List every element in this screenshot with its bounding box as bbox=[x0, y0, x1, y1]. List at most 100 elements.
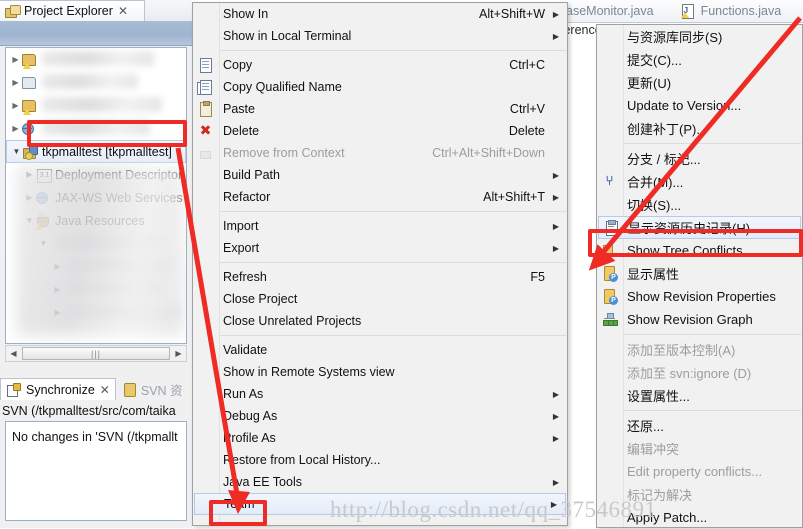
folder-icon bbox=[21, 75, 38, 91]
menu-item-copy[interactable]: Copy Ctrl+C bbox=[193, 54, 567, 76]
submenu-item-branch-tag[interactable]: 分支 / 标记... bbox=[597, 147, 802, 170]
menu-item-close-unrelated-projects[interactable]: Close Unrelated Projects bbox=[193, 310, 567, 332]
blurred-label bbox=[42, 74, 138, 89]
submenu-item-edit-conflicts: 编辑冲突 bbox=[597, 437, 802, 460]
menu-item-label: Paste bbox=[223, 102, 255, 116]
submenu-item-revert[interactable]: 还原... bbox=[597, 414, 802, 437]
menu-item-label: Show In bbox=[223, 7, 269, 21]
submenu-item-add-to-svn-ignore: 添加至 svn:ignore (D) bbox=[597, 361, 802, 384]
menu-item-close-project[interactable]: Close Project bbox=[193, 288, 567, 310]
menu-item-restore-from-local-history[interactable]: Restore from Local History... bbox=[193, 449, 567, 471]
close-icon[interactable]: ✕ bbox=[100, 383, 110, 397]
menu-item-accelerator: Ctrl+V bbox=[509, 102, 545, 116]
tree-row[interactable]: ▶ bbox=[6, 48, 186, 71]
chevron-down-icon[interactable]: ▼ bbox=[11, 147, 22, 156]
submenu-item-create-patch[interactable]: 创建补丁(P)... bbox=[597, 117, 802, 140]
properties-icon bbox=[601, 265, 619, 282]
submenu-item-merge[interactable]: ⑂ 合并(M)... bbox=[597, 170, 802, 193]
paste-icon bbox=[197, 101, 215, 117]
menu-item-accelerator: Alt+Shift+W bbox=[479, 7, 545, 21]
submenu-separator bbox=[598, 143, 801, 144]
chevron-right-icon[interactable]: ▶ bbox=[10, 124, 21, 133]
tab-svn-repository[interactable]: SVN 资 bbox=[116, 378, 188, 400]
submenu-item-label: 更新(U) bbox=[627, 76, 672, 91]
editor-tab-label-1[interactable]: Functions.java bbox=[701, 4, 782, 18]
close-icon[interactable]: ✕ bbox=[118, 4, 128, 18]
submenu-item-label: 切换(S)... bbox=[627, 198, 682, 213]
menu-item-delete[interactable]: ✖ Delete Delete bbox=[193, 120, 567, 142]
revision-properties-icon bbox=[601, 288, 619, 305]
submenu-item-switch[interactable]: 切换(S)... bbox=[597, 193, 802, 216]
menu-item-remove-from-context: Remove from Context Ctrl+Alt+Shift+Down bbox=[193, 142, 567, 164]
submenu-item-add-to-version-control: 添加至版本控制(A) bbox=[597, 338, 802, 361]
menu-item-paste[interactable]: Paste Ctrl+V bbox=[193, 98, 567, 120]
submenu-item-sync-with-repository[interactable]: 与资源库同步(S) bbox=[597, 25, 802, 48]
menu-item-label: Remove from Context bbox=[223, 146, 345, 160]
project-explorer-view: Project Explorer ✕ ▶ ▶ ▶ ▶ ▼ tkpmalltest… bbox=[0, 0, 192, 370]
menu-item-refresh[interactable]: Refresh F5 bbox=[193, 266, 567, 288]
menu-item-show-in-local-terminal[interactable]: Show in Local Terminal ▶ bbox=[193, 25, 567, 47]
menu-item-run-as[interactable]: Run As ▶ bbox=[193, 383, 567, 405]
menu-separator bbox=[194, 211, 566, 212]
scroll-right-arrow[interactable]: ▶ bbox=[171, 349, 186, 358]
submenu-item-label: 添加至版本控制(A) bbox=[627, 343, 736, 358]
watermark-text: http://blog.csdn.net/qq_37546891 bbox=[330, 497, 657, 522]
chevron-right-icon: ▶ bbox=[552, 411, 559, 421]
submenu-item-label: Show Revision Properties bbox=[627, 289, 776, 304]
tree-row[interactable]: ▶ bbox=[6, 94, 186, 117]
submenu-item-show-revision-graph[interactable]: Show Revision Graph bbox=[597, 308, 802, 331]
project-explorer-icon bbox=[4, 3, 21, 19]
scroll-thumb[interactable]: ||| bbox=[22, 347, 170, 360]
menu-item-label: Refresh bbox=[223, 270, 267, 284]
blurred-label bbox=[42, 51, 154, 66]
menu-item-show-in-remote-systems-view[interactable]: Show in Remote Systems view bbox=[193, 361, 567, 383]
project-tree[interactable]: ▶ ▶ ▶ ▶ ▼ tkpmalltest [tkpmalltest] bbox=[5, 47, 187, 344]
warning-folder-icon bbox=[21, 52, 38, 69]
chevron-right-icon: ▶ bbox=[552, 389, 559, 399]
menu-item-validate[interactable]: Validate bbox=[193, 339, 567, 361]
menu-item-label: Show in Remote Systems view bbox=[223, 365, 395, 379]
submenu-item-label: 创建补丁(P)... bbox=[627, 122, 708, 137]
chevron-right-icon[interactable]: ▶ bbox=[10, 101, 21, 110]
submenu-item-update-to-version[interactable]: Update to Version... bbox=[597, 94, 802, 117]
chevron-right-icon: ▶ bbox=[552, 170, 559, 180]
chevron-right-icon: ▶ bbox=[552, 192, 559, 202]
team-submenu[interactable]: 与资源库同步(S) 提交(C)... 更新(U) Update to Versi… bbox=[596, 24, 803, 528]
context-menu[interactable]: Show In Alt+Shift+W ▶ Show in Local Term… bbox=[192, 2, 568, 526]
menu-item-export[interactable]: Export ▶ bbox=[193, 237, 567, 259]
submenu-item-commit[interactable]: 提交(C)... bbox=[597, 48, 802, 71]
submenu-item-update[interactable]: 更新(U) bbox=[597, 71, 802, 94]
tab-synchronize[interactable]: Synchronize ✕ bbox=[0, 378, 116, 400]
menu-item-profile-as[interactable]: Profile As ▶ bbox=[193, 427, 567, 449]
submenu-item-set-properties[interactable]: 设置属性... bbox=[597, 384, 802, 407]
menu-item-copy-qualified-name[interactable]: Copy Qualified Name bbox=[193, 76, 567, 98]
submenu-item-label: Edit property conflicts... bbox=[627, 464, 763, 479]
menu-item-show-in[interactable]: Show In Alt+Shift+W ▶ bbox=[193, 3, 567, 25]
submenu-item-label: 编辑冲突 bbox=[627, 442, 680, 457]
menu-item-refactor[interactable]: Refactor Alt+Shift+T ▶ bbox=[193, 186, 567, 208]
horizontal-scrollbar[interactable]: ◀ ||| ▶ bbox=[5, 345, 187, 362]
explorer-toolbar bbox=[0, 21, 192, 46]
menu-item-accelerator: Delete bbox=[508, 124, 545, 138]
menu-item-label: Validate bbox=[223, 343, 268, 357]
annotation-box-team-item bbox=[209, 500, 267, 526]
menu-item-label: Copy Qualified Name bbox=[223, 80, 342, 94]
tree-row[interactable]: ▶ bbox=[6, 71, 186, 94]
menu-item-java-ee-tools[interactable]: Java EE Tools ▶ bbox=[193, 471, 567, 493]
synchronize-view: Synchronize ✕ SVN 资 SVN (/tkpmalltest/sr… bbox=[0, 370, 192, 528]
scroll-left-arrow[interactable]: ◀ bbox=[6, 349, 21, 358]
menu-item-label: Java EE Tools bbox=[223, 475, 302, 489]
menu-item-label: Restore from Local History... bbox=[223, 453, 381, 467]
editor-tab-label-0[interactable]: aseMonitor.java bbox=[566, 4, 654, 18]
menu-item-debug-as[interactable]: Debug As ▶ bbox=[193, 405, 567, 427]
merge-icon: ⑂ bbox=[605, 173, 614, 188]
tab-project-explorer[interactable]: Project Explorer ✕ bbox=[0, 0, 145, 21]
submenu-item-show-properties[interactable]: 显示属性 bbox=[597, 262, 802, 285]
chevron-right-icon[interactable]: ▶ bbox=[10, 55, 21, 64]
menu-item-import[interactable]: Import ▶ bbox=[193, 215, 567, 237]
submenu-item-show-revision-properties[interactable]: Show Revision Properties bbox=[597, 285, 802, 308]
remove-context-icon bbox=[197, 145, 215, 161]
chevron-right-icon[interactable]: ▶ bbox=[10, 78, 21, 87]
submenu-item-label: 提交(C)... bbox=[627, 53, 682, 68]
menu-item-build-path[interactable]: Build Path ▶ bbox=[193, 164, 567, 186]
